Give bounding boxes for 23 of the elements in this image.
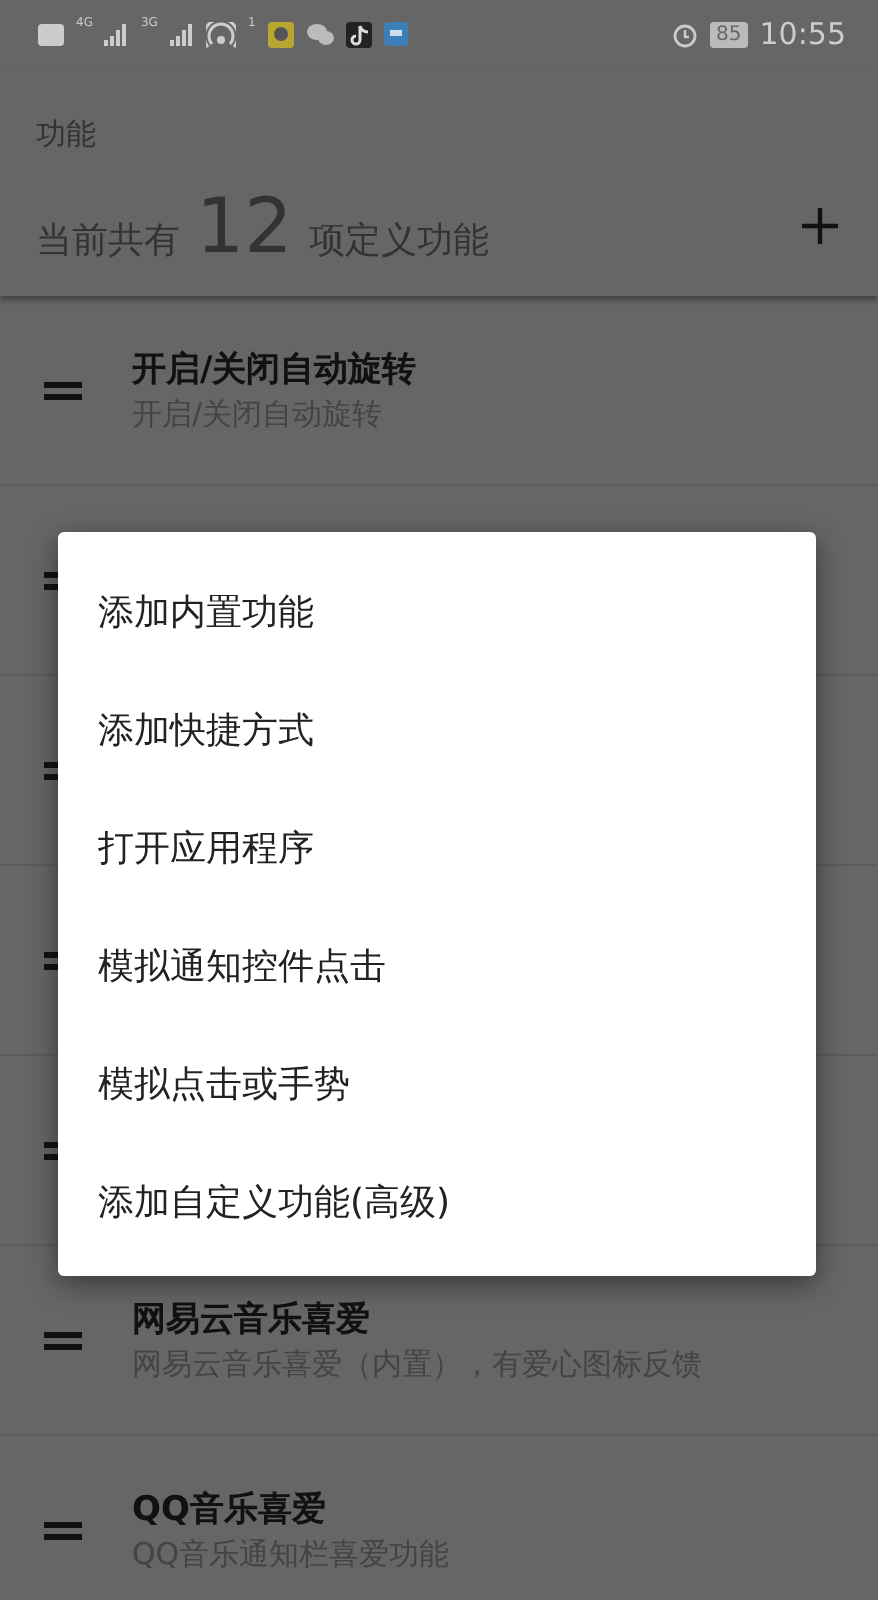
app-icon xyxy=(383,22,408,46)
menu-item[interactable]: 添加内置功能 xyxy=(58,552,816,670)
signal-icon xyxy=(169,23,194,45)
menu-item[interactable]: 模拟点击或手势 xyxy=(58,1024,816,1142)
clock-time: 10:55 xyxy=(759,16,846,52)
menu-item[interactable]: 打开应用程序 xyxy=(58,788,816,906)
drag-handle-icon[interactable] xyxy=(44,381,82,399)
signal-icon xyxy=(104,23,129,45)
add-icon[interactable] xyxy=(798,204,842,248)
function-title: 网易云音乐喜爱 xyxy=(132,1298,372,1342)
menu-item[interactable]: 添加自定义功能(高级) xyxy=(58,1142,816,1260)
app-icon xyxy=(267,21,294,47)
hotspot-icon xyxy=(205,21,236,47)
menu-item[interactable]: 模拟通知控件点击 xyxy=(58,906,816,1024)
chat-icon xyxy=(305,22,334,46)
battery-level: 85 xyxy=(710,21,748,47)
menu-item[interactable]: 添加快捷方式 xyxy=(58,670,816,788)
function-title: 开启/关闭自动旋转 xyxy=(132,348,417,392)
function-title: QQ音乐喜爱 xyxy=(132,1488,328,1532)
alarm-icon xyxy=(672,21,699,47)
drag-handle-icon[interactable] xyxy=(44,1331,82,1349)
music-note-icon xyxy=(345,21,372,47)
drag-handle-icon[interactable] xyxy=(44,1521,82,1539)
